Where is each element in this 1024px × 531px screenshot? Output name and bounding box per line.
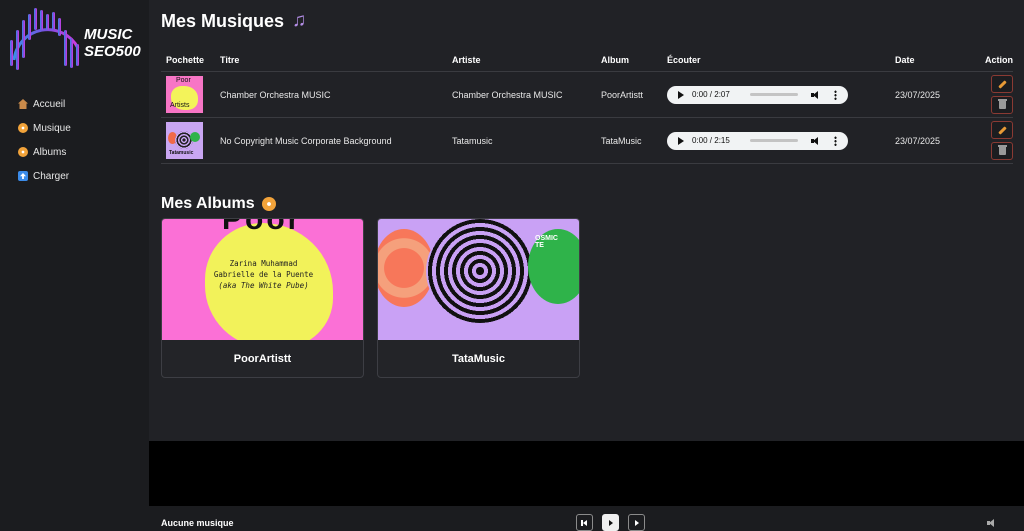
col-date: Date: [895, 54, 915, 65]
play-icon[interactable]: [678, 90, 684, 99]
home-icon: [18, 99, 28, 109]
cover-text: Tatamusic: [169, 150, 194, 156]
row-actions: [991, 75, 1013, 114]
audio-player: 0:00 / 2:15: [667, 131, 848, 150]
albums-title: Mes Albums: [161, 195, 276, 213]
sidebar-item-label: Charger: [33, 170, 70, 182]
col-album: Album: [601, 54, 629, 65]
album-card[interactable]: Poor Zarina Muhammad Gabrielle de la Pue…: [161, 218, 364, 378]
audio-progress[interactable]: [750, 139, 798, 142]
sidebar-item-label: Albums: [33, 146, 67, 158]
track-date: 23/07/2025: [895, 135, 941, 146]
audio-time: 0:00 / 2:15: [692, 136, 730, 145]
album-cover: Poor Zarina Muhammad Gabrielle de la Pue…: [162, 219, 363, 340]
track-title: Chamber Orchestra MUSIC: [220, 89, 331, 100]
audio-player: 0:00 / 2:07: [667, 85, 848, 104]
album-name: TataMusic: [452, 353, 505, 365]
album-cover-text: Gabrielle de la Puente: [213, 270, 314, 279]
music-table: Pochette Titre Artiste Album Écouter Dat…: [161, 48, 1013, 164]
audio-progress[interactable]: [750, 93, 798, 96]
sidebar-item-accueil[interactable]: Accueil: [18, 92, 71, 116]
track-cover: Tatamusic: [166, 122, 203, 159]
track-date: 23/07/2025: [895, 89, 941, 100]
row-actions: [991, 121, 1013, 160]
edit-button[interactable]: [991, 75, 1013, 93]
next-icon: [634, 519, 639, 526]
trash-icon: [997, 145, 1007, 155]
play-icon[interactable]: [678, 136, 684, 145]
album-cover-text: OSMIC TE: [535, 235, 558, 249]
next-button[interactable]: [628, 514, 645, 531]
logo-text-line1: MUSIC: [84, 26, 133, 43]
album-name: PoorArtistt: [233, 353, 292, 365]
album-cover-text: Poor: [222, 219, 303, 236]
now-playing: Aucune musique: [161, 518, 234, 528]
page-title-text: Mes Musiques: [161, 10, 285, 31]
pencil-icon: [997, 125, 1007, 135]
track-title: No Copyright Music Corporate Background: [220, 135, 392, 146]
previous-button[interactable]: [576, 514, 593, 531]
album-cover-text: Zarina Muhammad: [229, 259, 298, 268]
sidebar: MUSIC SEO500 Accueil Musique Albums Char…: [0, 0, 149, 531]
track-cover: Poor Artists: [166, 76, 203, 113]
play-pause-button[interactable]: [602, 514, 619, 531]
more-options-icon[interactable]: [834, 135, 837, 146]
more-options-icon[interactable]: [834, 89, 837, 100]
sidebar-item-musique[interactable]: Musique: [18, 116, 71, 140]
album-cover: OSMIC TE: [378, 219, 579, 340]
play-pause-icon: [608, 519, 613, 526]
player-controls: [576, 514, 645, 531]
music-note-icon: ♫: [292, 10, 307, 31]
track-artist: Chamber Orchestra MUSIC: [452, 89, 563, 100]
col-title: Titre: [220, 54, 240, 65]
delete-button[interactable]: [991, 96, 1013, 114]
sidebar-item-label: Musique: [33, 122, 71, 134]
col-artist: Artiste: [452, 54, 481, 65]
track-album: TataMusic: [601, 135, 642, 146]
cover-text: Artists: [170, 102, 190, 109]
sidebar-item-albums[interactable]: Albums: [18, 140, 71, 164]
volume-icon[interactable]: [811, 90, 821, 99]
albums-title-text: Mes Albums: [161, 195, 255, 212]
volume-icon[interactable]: [811, 136, 821, 145]
disc-icon: [18, 123, 28, 133]
table-header: Pochette Titre Artiste Album Écouter Dat…: [161, 48, 1013, 72]
previous-icon: [582, 519, 587, 526]
delete-button[interactable]: [991, 142, 1013, 160]
audio-time: 0:00 / 2:07: [692, 90, 730, 99]
disc-icon: [261, 197, 276, 211]
logo-text-line2: SEO500: [84, 43, 141, 60]
trash-icon: [997, 99, 1007, 109]
edit-button[interactable]: [991, 121, 1013, 139]
upload-icon: [18, 171, 28, 181]
video-area: [149, 441, 1024, 506]
table-row: Tatamusic No Copyright Music Corporate B…: [161, 118, 1013, 164]
page-title: Mes Musiques ♫: [161, 10, 306, 32]
album-card[interactable]: OSMIC TE TataMusic: [377, 218, 580, 378]
sidebar-nav: Accueil Musique Albums Charger: [18, 92, 71, 188]
col-cover: Pochette: [166, 54, 205, 65]
volume-icon[interactable]: [987, 519, 997, 527]
pencil-icon: [997, 79, 1007, 89]
sidebar-item-label: Accueil: [33, 98, 66, 110]
album-cover-text: (aka The White Pube): [218, 281, 309, 290]
logo-text: MUSIC SEO500: [84, 26, 141, 60]
cover-text: Poor: [176, 77, 191, 84]
track-album: PoorArtistt: [601, 89, 644, 100]
sidebar-item-charger[interactable]: Charger: [18, 164, 71, 188]
disc-icon: [18, 147, 28, 157]
col-listen: Écouter: [667, 54, 701, 65]
col-action: Action: [985, 54, 1013, 65]
table-row: Poor Artists Chamber Orchestra MUSIC Cha…: [161, 72, 1013, 118]
track-artist: Tatamusic: [452, 135, 493, 146]
bottom-player: Aucune musique: [149, 506, 1024, 531]
